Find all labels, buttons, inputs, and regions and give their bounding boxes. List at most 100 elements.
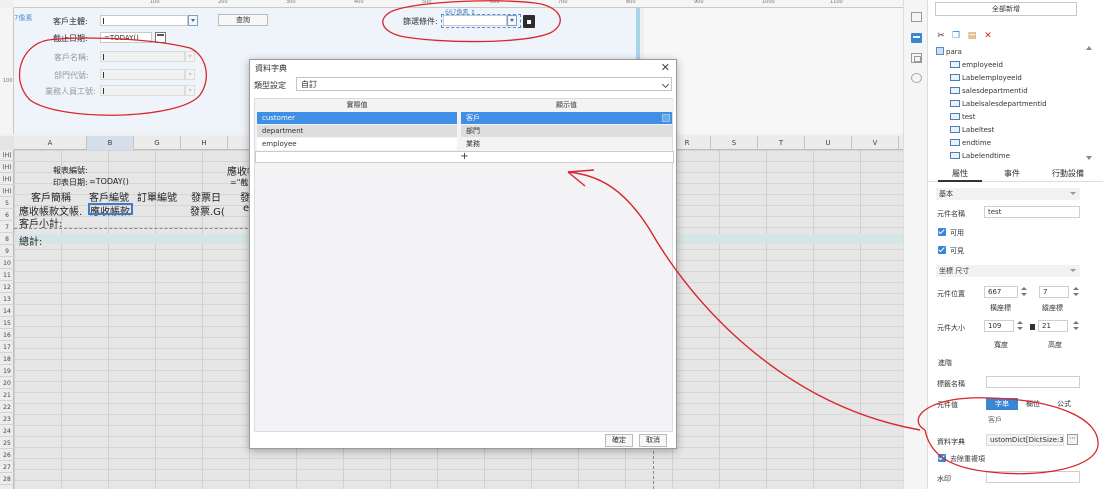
confirm-button[interactable]: 確定 bbox=[605, 434, 633, 447]
visible-checkbox[interactable] bbox=[938, 246, 946, 254]
value-type-formula[interactable]: 公式 bbox=[1048, 398, 1080, 410]
row-header-cell[interactable]: 24 bbox=[0, 426, 14, 437]
row-header-cell[interactable]: 18 bbox=[0, 354, 14, 365]
column-header-cell[interactable]: H bbox=[181, 136, 228, 150]
row-header-cell[interactable]: 10 bbox=[0, 258, 14, 269]
add-row-button[interactable]: + bbox=[255, 151, 674, 163]
cancel-button[interactable]: 取消 bbox=[639, 434, 667, 447]
column-header-cell[interactable]: T bbox=[758, 136, 805, 150]
spinner-icon[interactable] bbox=[1020, 286, 1028, 298]
section-basic[interactable]: 基本 bbox=[936, 188, 1080, 200]
tree-node[interactable]: Labelendtime bbox=[950, 150, 1010, 160]
tree-node[interactable]: test bbox=[950, 111, 975, 124]
label-name-input[interactable] bbox=[986, 376, 1080, 388]
row-header-cell[interactable]: 5 bbox=[0, 198, 14, 209]
lock-icon[interactable] bbox=[523, 15, 535, 28]
selected-cell[interactable] bbox=[88, 203, 133, 215]
row-header-cell[interactable]: 17 bbox=[0, 342, 14, 353]
section-coord-size[interactable]: 坐標 尺寸 bbox=[936, 265, 1080, 277]
column-header-cell[interactable]: G bbox=[134, 136, 181, 150]
row-header-cell[interactable]: 14 bbox=[0, 306, 14, 317]
row-header-cell[interactable]: 27 bbox=[0, 462, 14, 473]
cell-text[interactable]: 報表編號: bbox=[53, 165, 88, 176]
table-row[interactable]: employee 業務 bbox=[255, 138, 674, 150]
position-x-input[interactable]: 667 bbox=[984, 286, 1018, 298]
layer-icon[interactable] bbox=[911, 53, 922, 63]
row-header-cell[interactable]: 20 bbox=[0, 378, 14, 389]
delete-row-icon[interactable] bbox=[662, 114, 670, 122]
row-header-cell[interactable]: (H) bbox=[0, 150, 14, 161]
value-type-string[interactable]: 字串 bbox=[986, 398, 1018, 410]
row-header-cell[interactable]: 19 bbox=[0, 366, 14, 377]
close-icon[interactable]: ✕ bbox=[661, 61, 670, 74]
customer-subject-dropdown[interactable] bbox=[100, 15, 188, 26]
row-header-cell[interactable]: 6 bbox=[0, 210, 14, 221]
chevron-down-icon[interactable] bbox=[185, 51, 195, 62]
column-header-cell[interactable]: U bbox=[805, 136, 852, 150]
add-all-button[interactable]: 全部新增 bbox=[935, 2, 1077, 16]
frame-icon[interactable] bbox=[911, 12, 922, 22]
tree-node[interactable]: Labeltest bbox=[950, 124, 994, 137]
more-icon[interactable]: ⋯ bbox=[1067, 434, 1078, 445]
width-input[interactable]: 109 bbox=[984, 320, 1014, 332]
row-header-cell[interactable]: 26 bbox=[0, 450, 14, 461]
row-header-cell[interactable]: 28 bbox=[0, 474, 14, 485]
value-type-field[interactable]: 欄位 bbox=[1018, 398, 1048, 410]
row-header-cell[interactable]: 12 bbox=[0, 282, 14, 293]
filter-dropdown[interactable] bbox=[443, 15, 507, 26]
row-header-cell[interactable]: 15 bbox=[0, 318, 14, 329]
cell-text[interactable]: 客戶簡稱 bbox=[31, 189, 71, 204]
tree-node[interactable]: Labelemployeeid bbox=[950, 72, 1022, 85]
column-header-cell[interactable]: B bbox=[87, 136, 134, 150]
tree-node[interactable]: para bbox=[936, 46, 962, 59]
row-header-cell[interactable]: (H) bbox=[0, 186, 14, 197]
enabled-checkbox[interactable] bbox=[938, 228, 946, 236]
column-header-cell[interactable]: S bbox=[711, 136, 758, 150]
cell-text[interactable]: 客戶編號 bbox=[89, 189, 129, 204]
remove-duplicates-checkbox[interactable] bbox=[938, 454, 946, 462]
tree-node[interactable]: employeeid bbox=[950, 59, 1003, 72]
data-dictionary-input[interactable]: ustomDict[DictSize:3] bbox=[986, 434, 1064, 446]
height-input[interactable]: 21 bbox=[1038, 320, 1068, 332]
actual-value-cell[interactable]: department bbox=[257, 125, 457, 137]
actual-value-cell[interactable]: customer bbox=[257, 112, 457, 124]
column-header-cell[interactable]: A bbox=[14, 136, 87, 150]
chevron-down-icon[interactable] bbox=[185, 69, 195, 80]
deadline-input[interactable]: =TODAY() bbox=[100, 32, 152, 43]
row-header-cell[interactable]: 8 bbox=[0, 234, 14, 245]
delete-icon[interactable]: ✕ bbox=[983, 31, 993, 41]
row-header-cell[interactable]: 21 bbox=[0, 390, 14, 401]
row-header-cell[interactable]: 22 bbox=[0, 402, 14, 413]
spinner-icon[interactable] bbox=[1072, 286, 1080, 298]
staff-dropdown[interactable] bbox=[100, 85, 185, 96]
copy-icon[interactable]: ❐ bbox=[951, 31, 961, 41]
spinner-icon[interactable] bbox=[1016, 320, 1024, 332]
cell-text[interactable]: 總計: bbox=[19, 233, 42, 248]
lock-ratio-icon[interactable] bbox=[1030, 324, 1035, 330]
row-header-cell[interactable]: 25 bbox=[0, 438, 14, 449]
tree-node[interactable]: endtime bbox=[950, 137, 991, 150]
display-value-cell[interactable]: 業務 bbox=[461, 138, 672, 150]
column-header-cell[interactable] bbox=[228, 136, 250, 150]
table-row[interactable]: department 部門 bbox=[255, 125, 674, 137]
row-header-cell[interactable]: 13 bbox=[0, 294, 14, 305]
table-row[interactable]: customer 客戶 bbox=[255, 112, 674, 124]
tree-node[interactable]: Labelsalesdepartmentid bbox=[950, 98, 1047, 111]
tree-scrollbar[interactable] bbox=[1086, 46, 1092, 160]
cell-text[interactable]: =TODAY() bbox=[89, 177, 129, 186]
row-header-cell[interactable]: 23 bbox=[0, 414, 14, 425]
position-y-input[interactable]: 7 bbox=[1039, 286, 1069, 298]
chevron-down-icon[interactable] bbox=[507, 15, 517, 26]
row-header-cell[interactable]: 9 bbox=[0, 246, 14, 257]
cell-text[interactable]: 發票日 bbox=[191, 189, 221, 204]
cut-icon[interactable]: ✂ bbox=[936, 31, 946, 41]
row-header-cell[interactable]: (H) bbox=[0, 174, 14, 185]
cell-text[interactable]: 發票.G( bbox=[190, 203, 225, 218]
department-dropdown[interactable] bbox=[100, 69, 185, 80]
type-setting-select[interactable]: 自訂 bbox=[296, 77, 672, 91]
cell-text[interactable]: 印表日期: bbox=[53, 177, 88, 188]
tree-node[interactable]: salesdepartmentid bbox=[950, 85, 1028, 98]
paste-icon[interactable]: ▤ bbox=[967, 31, 977, 41]
chevron-down-icon[interactable] bbox=[185, 85, 195, 96]
row-header-cell[interactable]: 11 bbox=[0, 270, 14, 281]
